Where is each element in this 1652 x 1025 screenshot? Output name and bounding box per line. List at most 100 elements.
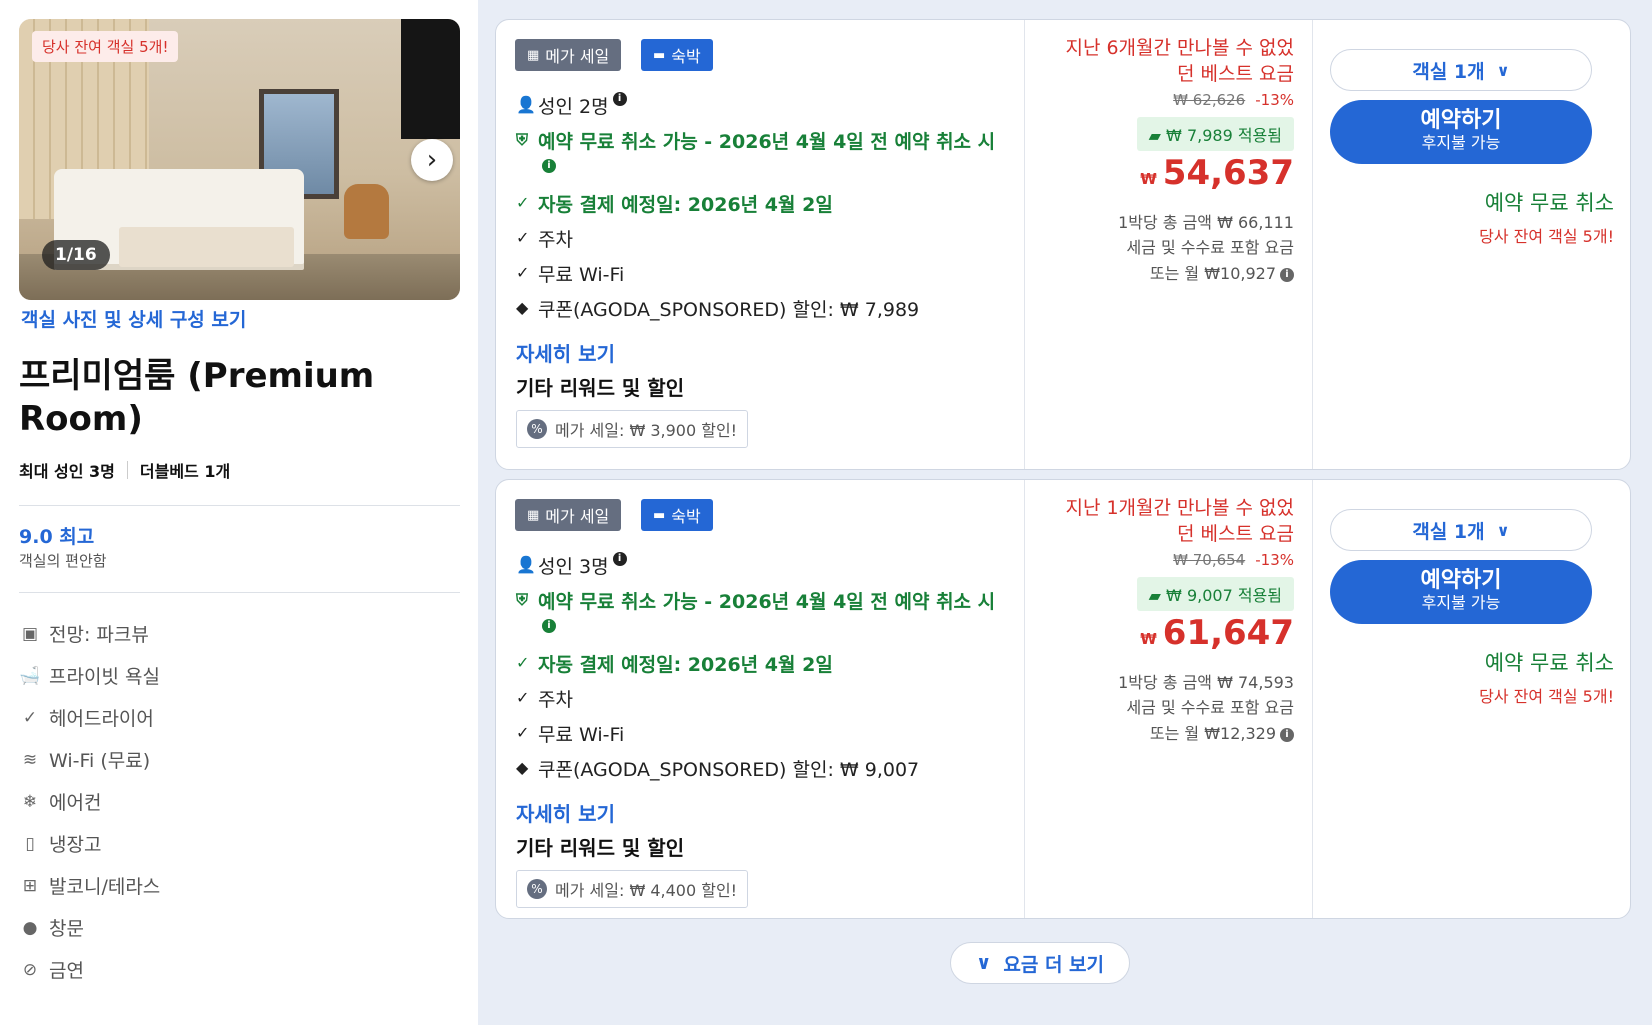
amenity-item: ≋ Wi-Fi (무료): [19, 746, 150, 773]
check-icon: ✓: [516, 193, 530, 212]
coupon-applied-chip: ▰ ₩ 9,007 적용됨: [1136, 577, 1294, 611]
info-icon[interactable]: i: [1280, 267, 1294, 282]
amenity-label: 에어컨: [49, 792, 102, 814]
max-adults: 최대 성인 3명: [19, 462, 115, 481]
wifi-icon: ≋: [22, 749, 38, 770]
room-count-select[interactable]: 객실 1개 ∨: [1330, 49, 1592, 91]
mega-sale-tag: ▦ 메가 세일: [515, 499, 622, 531]
more-prices-button[interactable]: ∨ 요금 더 보기: [950, 942, 1130, 984]
auto-pay-line: ✓ 자동 결제 예정일: 2026년 4월 2일: [516, 650, 833, 677]
person-icon: 👤: [516, 555, 536, 574]
book-button[interactable]: 예약하기 후지불 가능: [1330, 560, 1592, 624]
offer-benefits: ▦ 메가 세일 ▬ 숙박 👤 성인 2명 i ⛨ 예약 무료 취소 가능 - 2026년 …: [496, 20, 1025, 469]
monthly-payment: 또는 월 ₩10,927 i: [1150, 260, 1294, 284]
final-price: ₩61,647: [1140, 613, 1294, 653]
info-icon[interactable]: i: [1280, 727, 1294, 742]
no-smoking-icon: ⊘: [22, 959, 38, 980]
room-title: 프리미엄룸 (Premium Room): [19, 356, 375, 439]
chevron-down-icon: ∨: [975, 952, 992, 974]
mega-sale-promo: % 메가 세일: ₩ 4,400 할인!: [516, 870, 749, 908]
ticket-icon: ▰: [1148, 126, 1167, 145]
amenity-item: ● 창문: [19, 914, 84, 941]
rate-offer: ▦ 메가 세일 ▬ 숙박 👤 성인 3명 i ⛨ 예약 무료 취소 가능 - 2026년 …: [495, 479, 1631, 919]
original-price: ₩ 62,626 -13%: [1173, 91, 1294, 109]
stay-tag: ▬ 숙박: [641, 39, 713, 71]
original-price: ₩ 70,654 -13%: [1173, 551, 1294, 569]
percent-badge-icon: %: [527, 419, 547, 439]
offer-actions: 객실 1개 ∨ 예약하기 후지불 가능 예약 무료 취소 당사 잔여 객실 5개!: [1313, 20, 1632, 469]
calendar-icon: ▦: [527, 47, 540, 63]
amenity-label: 냉장고: [49, 834, 102, 856]
stay-tag: ▬ 숙박: [641, 499, 713, 531]
person-icon: 👤: [516, 95, 536, 114]
snowflake-icon: ❄: [22, 791, 38, 812]
amenity-label: 프라이빗 욕실: [49, 666, 160, 688]
photo-chair: [344, 184, 389, 239]
amenity-item: ▯ 냉장고: [19, 830, 101, 857]
view-icon: ▣: [21, 623, 39, 644]
parking-line: ✓ 주차: [516, 685, 573, 712]
info-icon[interactable]: i: [612, 92, 627, 106]
offer-actions: 객실 1개 ∨ 예약하기 후지불 가능 예약 무료 취소 당사 잔여 객실 5개!: [1313, 480, 1632, 918]
amenity-label: Wi-Fi (무료): [49, 750, 151, 772]
book-button[interactable]: 예약하기 후지불 가능: [1330, 100, 1592, 164]
info-icon[interactable]: i: [612, 552, 627, 566]
rewards-title: 기타 리워드 및 할인: [516, 836, 685, 860]
offer-price: 지난 1개월간 만나볼 수 없었 던 베스트 요금 ₩ 70,654 -13% ▰ …: [1025, 480, 1313, 918]
chevron-down-icon: ∨: [1496, 60, 1510, 80]
details-link[interactable]: 자세히 보기: [516, 338, 615, 367]
shield-check-icon: ⛨: [516, 130, 529, 149]
room-count-select[interactable]: 객실 1개 ∨: [1330, 509, 1592, 551]
check-icon: ✓: [516, 723, 530, 742]
info-icon[interactable]: i: [542, 158, 556, 173]
low-rooms-label: 당사 잔여 객실 5개!: [1479, 687, 1614, 706]
bed-icon: ▬: [653, 507, 666, 523]
photo-counter: 1/16: [42, 240, 110, 270]
amenity-item: ⊞ 발코니/테라스: [19, 872, 160, 899]
shield-check-icon: ⛨: [516, 590, 529, 609]
amenity-item: ❄ 에어컨: [19, 788, 102, 815]
room-photos-link[interactable]: 객실 사진 및 상세 구성 보기: [21, 305, 246, 332]
per-night-total: 1박당 총 금액 ₩ 74,593: [1118, 673, 1294, 692]
room-score-label: 객실의 편안함: [19, 552, 107, 570]
fridge-icon: ▯: [25, 833, 35, 854]
divider: [19, 592, 460, 593]
tag-icon: ◆: [516, 758, 529, 777]
free-cancel-label: 예약 무료 취소: [1484, 191, 1614, 215]
mega-sale-tag: ▦ 메가 세일: [515, 39, 622, 71]
free-cancel-line: ⛨ 예약 무료 취소 가능 - 2026년 4월 4일 전 예약 취소 시i: [516, 127, 1016, 176]
window-icon: ●: [22, 917, 38, 938]
occupancy-divider: [126, 461, 128, 479]
amenity-label: 발코니/테라스: [49, 876, 161, 898]
low-rooms-label: 당사 잔여 객실 5개!: [1479, 227, 1614, 246]
chevron-down-icon: ∨: [1496, 520, 1510, 540]
room-score[interactable]: 9.0 최고: [19, 522, 94, 549]
amenity-item: ▣ 전망: 파크뷰: [19, 620, 149, 647]
final-price: ₩54,637: [1140, 153, 1294, 193]
amenity-label: 전망: 파크뷰: [49, 624, 149, 646]
calendar-icon: ▦: [527, 507, 540, 523]
info-icon[interactable]: i: [542, 618, 556, 633]
tax-note: 세금 및 수수료 포함 요금: [1126, 698, 1294, 717]
adults-line: 👤 성인 2명 i: [516, 92, 627, 119]
coupon-line: ◆ 쿠폰(AGODA_SPONSORED) 할인: ₩ 9,007: [516, 755, 919, 782]
ticket-icon: ▰: [1148, 586, 1167, 605]
adults-line: 👤 성인 3명 i: [516, 552, 627, 579]
free-cancel-label: 예약 무료 취소: [1484, 651, 1614, 675]
photo-bench: [119, 227, 294, 267]
best-price-note: 지난 6개월간 만나볼 수 없었 던 베스트 요금: [1065, 37, 1294, 85]
tag-icon: ◆: [516, 298, 529, 317]
bed-type: 더블베드 1개: [139, 462, 231, 481]
monthly-payment: 또는 월 ₩12,329 i: [1150, 720, 1294, 744]
details-link[interactable]: 자세히 보기: [516, 798, 615, 827]
amenity-label: 금연: [49, 960, 84, 982]
rewards-title: 기타 리워드 및 할인: [516, 376, 685, 400]
room-card: 당사 잔여 객실 5개! › 1/16 객실 사진 및 상세 구성 보기 프리미…: [0, 0, 478, 1025]
amenity-label: 헤어드라이어: [49, 708, 154, 730]
amenity-item: 🛁 프라이빗 욕실: [19, 662, 160, 689]
more-prices-label: 요금 더 보기: [1003, 953, 1105, 976]
check-icon: ✓: [516, 688, 530, 707]
low-availability-badge: 당사 잔여 객실 5개!: [32, 31, 179, 62]
photo-tv: [401, 19, 460, 139]
next-photo-button[interactable]: ›: [411, 139, 453, 181]
